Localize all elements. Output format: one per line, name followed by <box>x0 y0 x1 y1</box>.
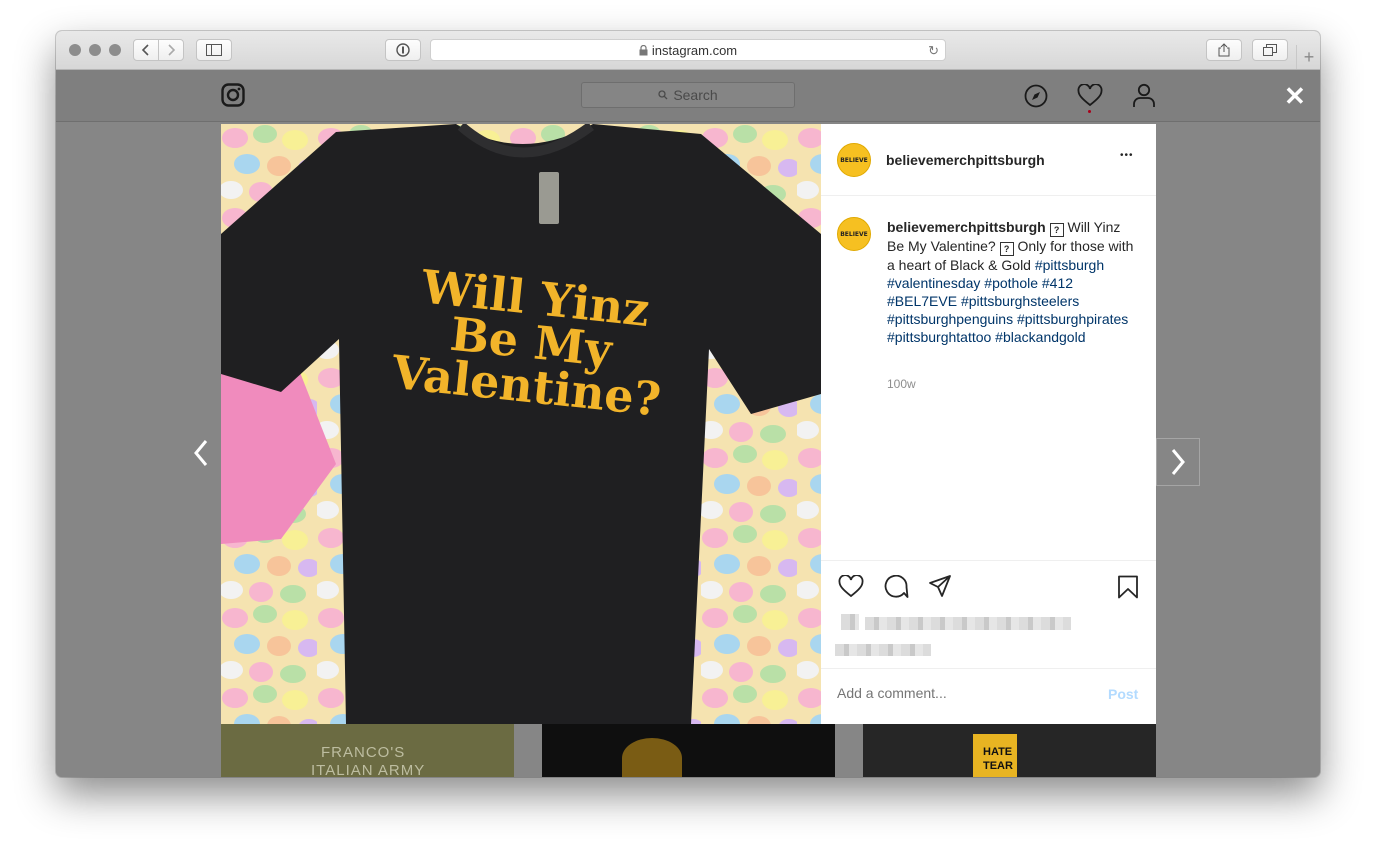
post-image[interactable]: Will Yinz Be My Valentine? <box>221 124 821 724</box>
caption-username[interactable]: believemerchpittsburgh <box>887 219 1046 235</box>
activity-heart-icon[interactable] <box>1077 84 1103 108</box>
shirt-print-text: Will Yinz Be My Valentine? <box>365 259 697 426</box>
share-button[interactable] <box>1206 39 1242 61</box>
url-text: instagram.com <box>651 42 738 58</box>
chevron-left-icon <box>141 44 149 56</box>
instagram-logo-icon[interactable] <box>221 83 245 107</box>
divider <box>821 195 1156 196</box>
emoji-placeholder-icon: ? <box>1049 223 1064 237</box>
lock-icon <box>639 44 648 55</box>
grid-thumbnail-duck[interactable] <box>542 724 835 777</box>
forward-button[interactable] <box>158 39 184 61</box>
search-icon <box>658 90 668 100</box>
more-options-icon[interactable]: ••• <box>1120 150 1134 161</box>
reload-icon[interactable]: ↻ <box>928 43 939 59</box>
thumbnail-text: FRANCO'S <box>321 744 406 761</box>
tabs-overview-button[interactable] <box>1252 39 1288 61</box>
grid-thumbnail-mug[interactable]: HATE TEAR <box>863 724 1156 777</box>
emoji-placeholder-icon: ? <box>999 242 1014 256</box>
grid-thumbnail-franco[interactable]: FRANCO'S ITALIAN ARMY <box>221 724 514 777</box>
post-time[interactable]: 100w <box>887 377 916 391</box>
divider <box>821 668 1156 669</box>
new-tab-button[interactable]: + <box>1296 45 1320 69</box>
address-bar[interactable]: instagram.com ↻ <box>430 39 946 61</box>
search-input[interactable]: Search <box>581 82 795 108</box>
sidebar-button[interactable] <box>196 39 232 61</box>
date-text-blurred <box>835 644 931 656</box>
next-post-button[interactable] <box>1156 438 1200 486</box>
likes-text-blurred <box>865 617 1071 630</box>
thumbnail-text: HATE <box>983 746 1013 758</box>
close-window-button[interactable] <box>69 44 81 56</box>
comment-input[interactable] <box>837 683 1087 703</box>
close-modal-button[interactable]: ✕ <box>1284 81 1306 112</box>
divider <box>821 560 1156 561</box>
share-paper-plane-icon[interactable] <box>928 574 952 598</box>
duck-illustration <box>622 738 682 777</box>
zoom-window-button[interactable] <box>109 44 121 56</box>
password-button[interactable] <box>385 39 421 61</box>
post-caption: believemerchpittsburgh ? Will Yinz Be My… <box>887 218 1137 346</box>
post-author-username[interactable]: believemerchpittsburgh <box>886 152 1045 168</box>
like-heart-icon[interactable] <box>838 575 864 599</box>
search-placeholder: Search <box>673 87 718 103</box>
post-sidebar: BELIEVE believemerchpittsburgh ••• BELIE… <box>821 124 1156 724</box>
post-comment-button[interactable]: Post <box>1108 686 1138 702</box>
back-button[interactable] <box>133 39 159 61</box>
notification-dot <box>1088 110 1091 113</box>
previous-post-button[interactable] <box>181 430 221 476</box>
browser-window: instagram.com ↻ + Search ✕ FRANCO'S ITAL… <box>56 31 1320 777</box>
comment-bubble-icon[interactable] <box>883 575 909 599</box>
share-icon <box>1218 43 1230 57</box>
profile-icon[interactable] <box>1132 83 1156 108</box>
tabs-icon <box>1263 44 1277 56</box>
page-content: Search ✕ FRANCO'S ITALIAN ARMY HATE TEAR <box>56 70 1320 777</box>
instagram-header: Search <box>56 70 1320 122</box>
liker-avatar-blurred <box>841 614 859 630</box>
shirt-tag <box>539 172 559 224</box>
sidebar-icon <box>206 44 222 56</box>
thumbnail-text: ITALIAN ARMY <box>311 762 426 777</box>
title-bar: instagram.com ↻ + <box>56 31 1320 70</box>
candy-hearts-background <box>221 124 821 724</box>
avatar[interactable]: BELIEVE <box>837 217 871 251</box>
avatar[interactable]: BELIEVE <box>837 143 871 177</box>
password-manager-icon <box>396 43 410 57</box>
thumbnail-text: TEAR <box>983 760 1013 772</box>
explore-compass-icon[interactable] <box>1024 84 1048 108</box>
chevron-right-icon <box>168 44 176 56</box>
chevron-left-icon <box>194 440 208 466</box>
save-bookmark-icon[interactable] <box>1117 575 1139 599</box>
chevron-right-icon <box>1171 449 1185 475</box>
minimize-window-button[interactable] <box>89 44 101 56</box>
